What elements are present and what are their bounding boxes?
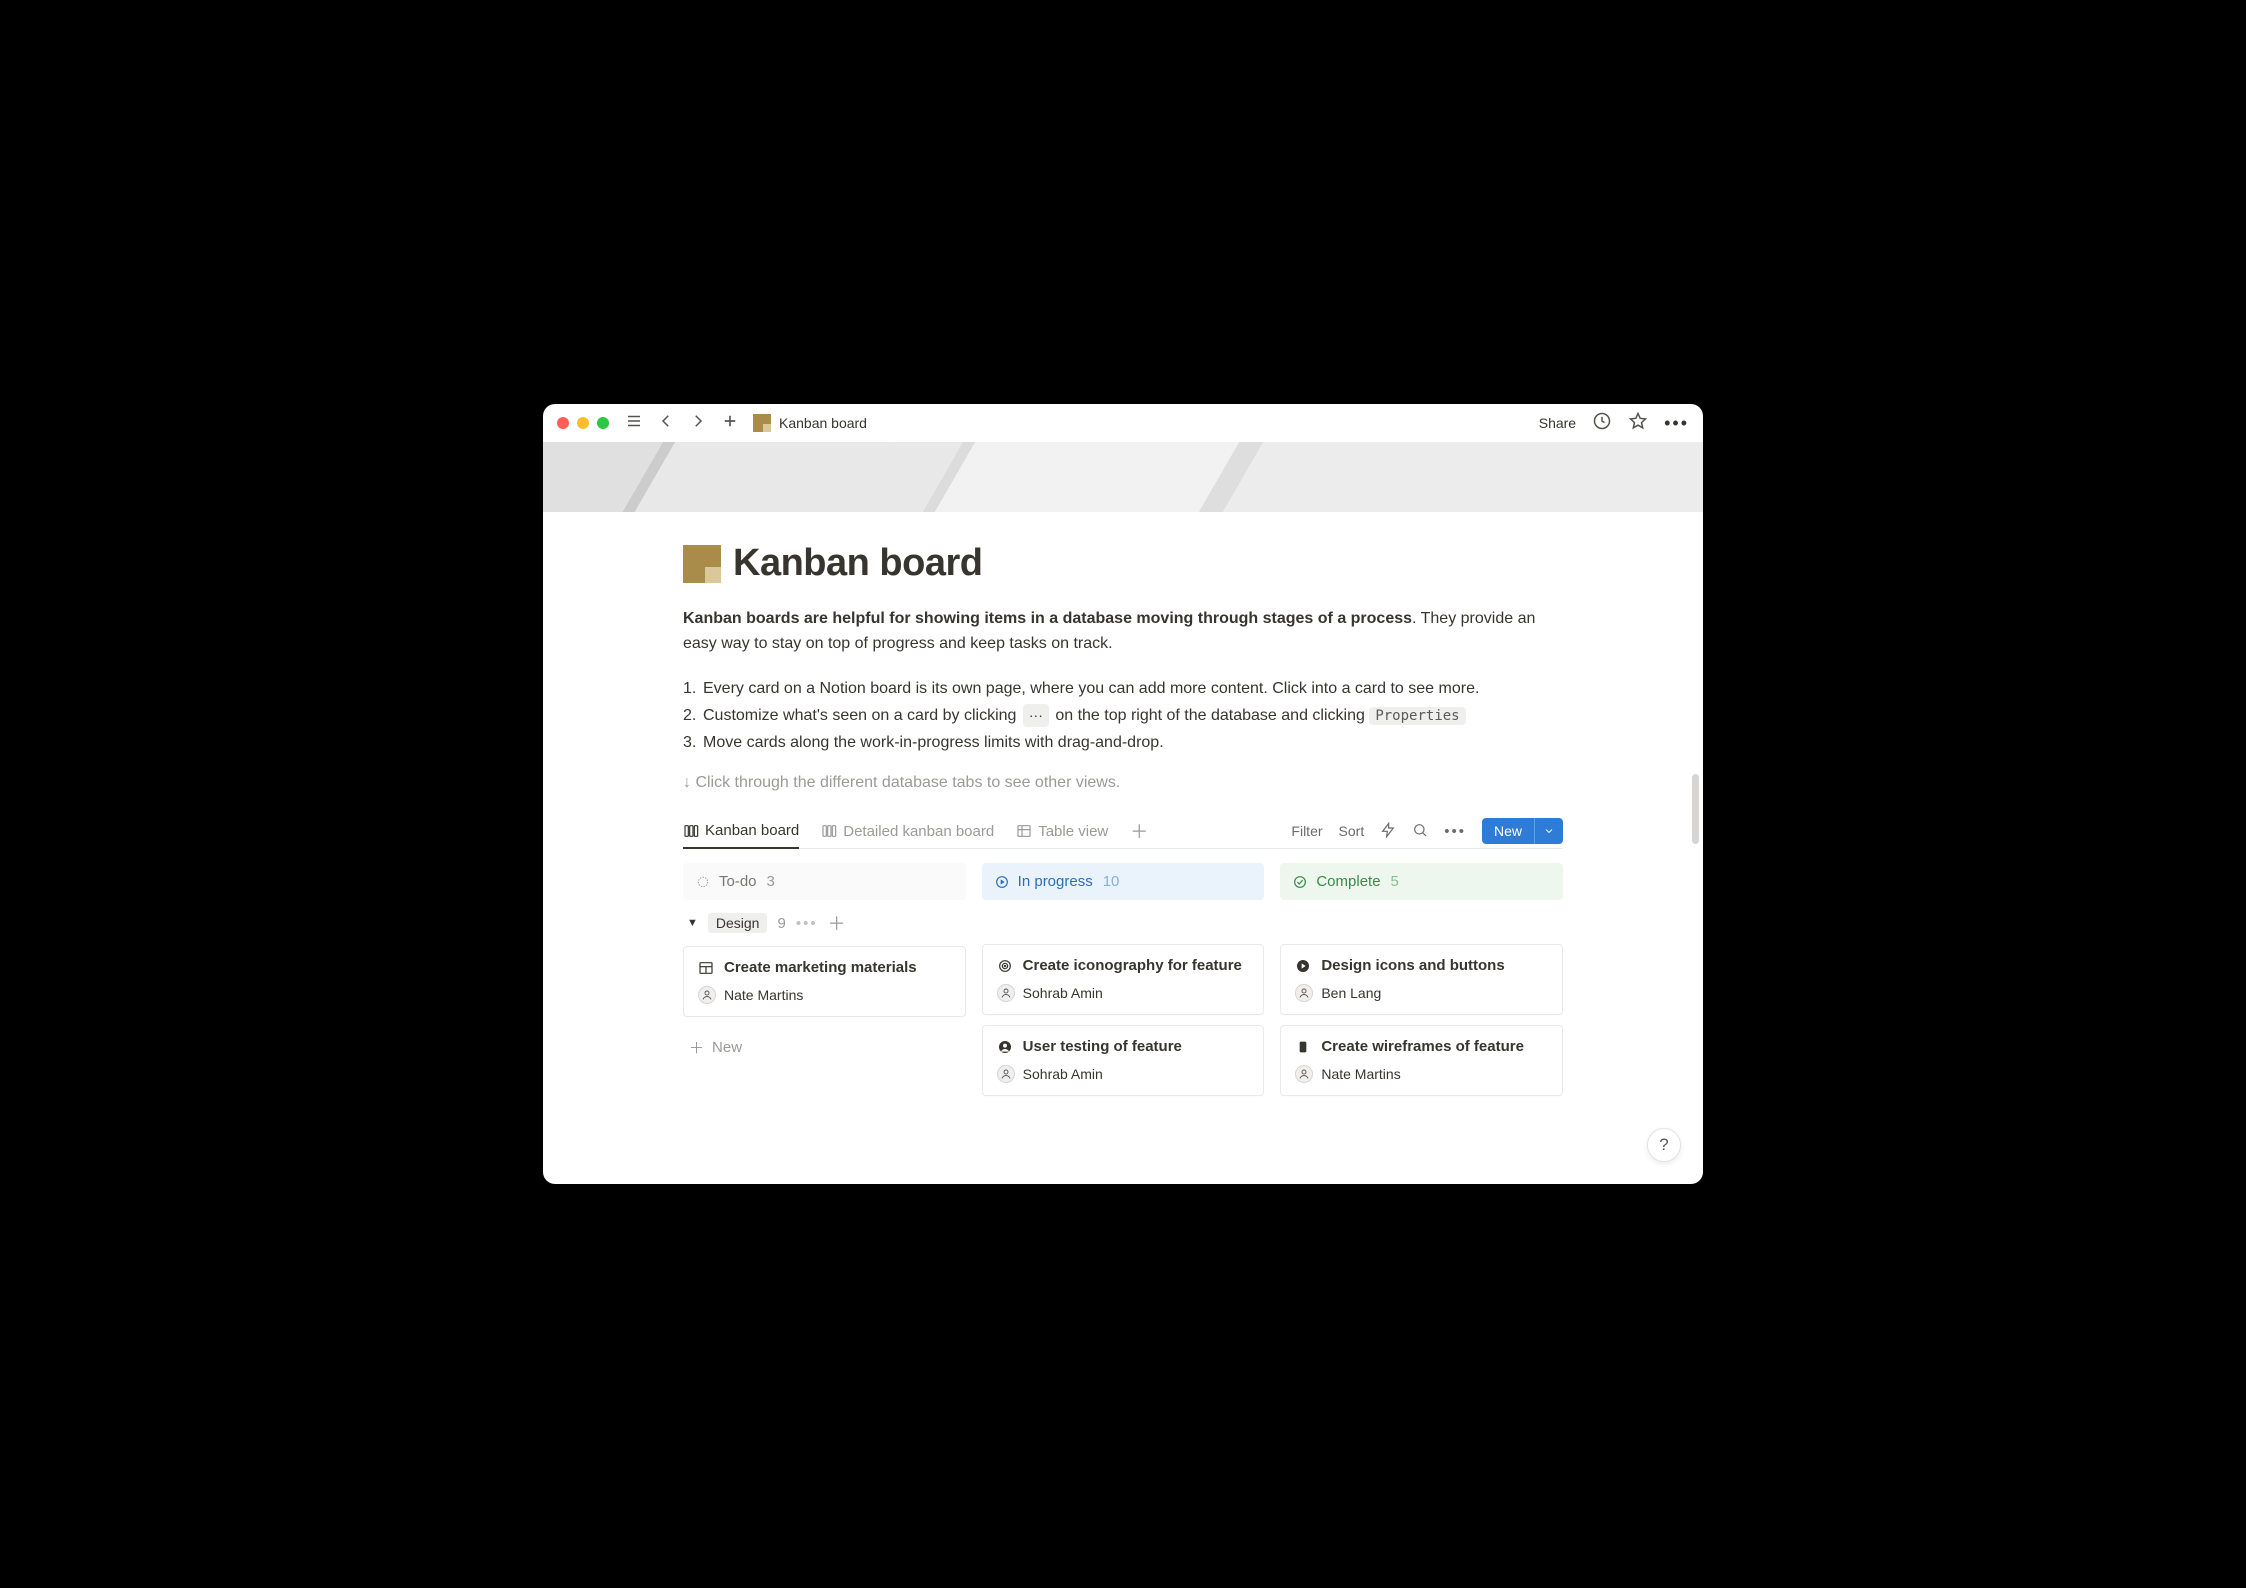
- new-page-button[interactable]: [721, 412, 739, 435]
- maximize-window-button[interactable]: [597, 417, 609, 429]
- database-view-tabs: Kanban board Detailed kanban board Table…: [683, 814, 1563, 849]
- nav-forward-button[interactable]: [689, 412, 707, 435]
- share-button[interactable]: Share: [1539, 415, 1576, 431]
- app-window: Kanban board Share ••• Kanban board Kanb…: [543, 404, 1703, 1184]
- page-more-button[interactable]: •••: [1664, 414, 1689, 432]
- column-header-todo[interactable]: To-do 3: [683, 863, 966, 900]
- card[interactable]: Create marketing materials Nate Martins: [683, 946, 966, 1017]
- breadcrumb-title: Kanban board: [779, 415, 867, 431]
- step-3: 3.Move cards along the work-in-progress …: [683, 729, 1563, 756]
- play-icon: [1295, 958, 1311, 974]
- column-in-progress: In progress 10 Create iconography for fe…: [982, 863, 1265, 1106]
- minimize-window-button[interactable]: [577, 417, 589, 429]
- layout-icon: [698, 960, 714, 976]
- step-1: 1.Every card on a Notion board is its ow…: [683, 675, 1563, 702]
- page-title[interactable]: Kanban board: [733, 542, 982, 585]
- search-button[interactable]: [1412, 822, 1428, 841]
- card[interactable]: Create wireframes of feature Nate Martin…: [1280, 1025, 1563, 1096]
- column-complete: Complete 5 Design icons and buttons: [1280, 863, 1563, 1106]
- new-entry-dropdown[interactable]: [1534, 818, 1563, 844]
- user-icon: [997, 1039, 1013, 1055]
- breadcrumb[interactable]: Kanban board: [753, 414, 867, 432]
- properties-kbd: Properties: [1369, 707, 1465, 725]
- scrollbar[interactable]: [1692, 774, 1699, 844]
- view-tab-table[interactable]: Table view: [1016, 815, 1108, 848]
- close-window-button[interactable]: [557, 417, 569, 429]
- group-header-design[interactable]: ▼ Design 9 ••• ＋: [683, 900, 966, 946]
- book-icon: [1295, 1039, 1311, 1055]
- avatar: [997, 984, 1015, 1002]
- avatar: [698, 986, 716, 1004]
- column-header-complete[interactable]: Complete 5: [1280, 863, 1563, 900]
- avatar: [1295, 1065, 1313, 1083]
- target-icon: [997, 958, 1013, 974]
- filter-button[interactable]: Filter: [1291, 823, 1322, 839]
- help-button[interactable]: ?: [1647, 1128, 1681, 1162]
- card[interactable]: Create iconography for feature Sohrab Am…: [982, 944, 1265, 1015]
- collapse-triangle-icon[interactable]: ▼: [687, 917, 698, 929]
- step-2: 2.Customize what's seen on a card by cli…: [683, 702, 1563, 729]
- column-header-in-progress[interactable]: In progress 10: [982, 863, 1265, 900]
- sort-button[interactable]: Sort: [1339, 823, 1365, 839]
- card[interactable]: User testing of feature Sohrab Amin: [982, 1025, 1265, 1096]
- group-add-button[interactable]: ＋: [828, 910, 846, 936]
- avatar: [997, 1065, 1015, 1083]
- group-more-button[interactable]: •••: [796, 915, 818, 932]
- view-tab-kanban[interactable]: Kanban board: [683, 814, 799, 849]
- updates-button[interactable]: [1592, 411, 1612, 436]
- titlebar: Kanban board Share •••: [543, 404, 1703, 442]
- page-icon-large[interactable]: [683, 545, 721, 583]
- card[interactable]: Design icons and buttons Ben Lang: [1280, 944, 1563, 1015]
- ellipsis-kbd-icon: ···: [1023, 704, 1049, 728]
- cover-image[interactable]: [543, 442, 1703, 512]
- automations-button[interactable]: [1380, 822, 1396, 841]
- sidebar-toggle-button[interactable]: [625, 412, 643, 435]
- database-more-button[interactable]: •••: [1444, 824, 1466, 839]
- column-todo: To-do 3 ▼ Design 9 ••• ＋: [683, 863, 966, 1106]
- view-tab-detailed-kanban[interactable]: Detailed kanban board: [821, 815, 994, 848]
- favorite-button[interactable]: [1628, 411, 1648, 436]
- add-view-button[interactable]: ＋: [1130, 818, 1148, 844]
- kanban-board: To-do 3 ▼ Design 9 ••• ＋: [683, 863, 1563, 1106]
- avatar: [1295, 984, 1313, 1002]
- tabs-hint: ↓ Click through the different database t…: [683, 774, 1563, 792]
- page-icon: [753, 414, 771, 432]
- new-entry-button[interactable]: New: [1482, 818, 1563, 844]
- steps-list[interactable]: 1.Every card on a Notion board is its ow…: [683, 675, 1563, 757]
- nav-back-button[interactable]: [657, 412, 675, 435]
- window-controls: [557, 417, 609, 429]
- intro-paragraph[interactable]: Kanban boards are helpful for showing it…: [683, 607, 1563, 657]
- add-card-button[interactable]: ＋New: [683, 1027, 748, 1068]
